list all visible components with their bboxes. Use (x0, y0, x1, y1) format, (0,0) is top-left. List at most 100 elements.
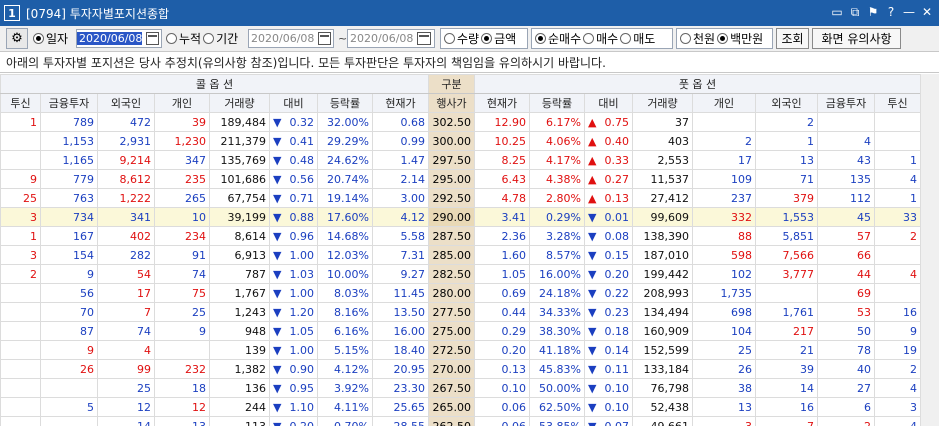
calendar-icon[interactable] (146, 32, 159, 45)
cell-call-change: ▼ 1.00 (269, 283, 318, 303)
down-arrow-icon: ▼ (273, 324, 282, 338)
table-row[interactable]: 5 12 12 244 ▼ 1.10 4.11% 25.65 265.00 0.06 62.50% ▼… (0, 397, 921, 417)
col-header-call-foreign[interactable]: 외국인 (97, 93, 155, 113)
title-bar: 1 [0794] 투자자별포지션종합 ▭ ⧉ ⚑ ? — ✕ (0, 0, 939, 26)
cell-put-financial: 53 (817, 302, 875, 322)
col-header-call-rate[interactable]: 등락률 (317, 93, 373, 113)
vertical-scrollbar[interactable] (920, 74, 939, 426)
radio-cumulative[interactable]: 누적 (166, 30, 201, 47)
cell-put-change: ▼ 0.07 (584, 416, 633, 426)
help-icon[interactable]: ? (883, 4, 899, 20)
pin-icon[interactable]: ⚑ (865, 4, 881, 20)
cell-call-individual: 10 (154, 207, 210, 227)
table-row[interactable]: 3 734 341 10 39,199 ▼ 0.88 17.60% 4.12 290.00 3.41… (0, 207, 921, 227)
col-header-put-foreign[interactable]: 외국인 (755, 93, 818, 113)
col-header-put-change[interactable]: 대비 (584, 93, 633, 113)
table-row[interactable]: 70 7 25 1,243 ▼ 1.20 8.16% 13.50 277.50 0.44 34.33… (0, 302, 921, 322)
table-row[interactable]: 9 779 8,612 235 101,686 ▼ 0.56 20.74% 2.14 295.00… (0, 169, 921, 189)
cell-put-rate: 8.57% (529, 245, 585, 265)
cell-call-foreign: 99 (97, 359, 155, 379)
col-header-put-price[interactable]: 현재가 (474, 93, 530, 113)
col-header-put-financial[interactable]: 금융투자 (817, 93, 875, 113)
table-row[interactable]: 1,165 9,214 347 135,769 ▼ 0.48 24.62% 1.47 297.5… (0, 150, 921, 170)
cell-strike-price: 270.00 (428, 359, 475, 379)
cell-put-price: 0.20 (474, 340, 530, 360)
cell-put-trust: 19 (874, 340, 921, 360)
cell-strike-price: 267.50 (428, 378, 475, 398)
col-header-put-rate[interactable]: 등락률 (529, 93, 585, 113)
radio-period[interactable]: 기간 (203, 30, 238, 47)
cell-put-price: 0.29 (474, 321, 530, 341)
cell-call-foreign: 54 (97, 264, 155, 284)
cell-call-change: ▼ 0.32 (269, 112, 318, 132)
date-to-value: 2020/06/08 (350, 32, 414, 45)
change-value: 0.22 (604, 286, 630, 300)
radio-quantity[interactable]: 수량 (444, 30, 479, 47)
radio-million-won[interactable]: 백만원 (717, 30, 763, 47)
down-arrow-icon: ▼ (273, 134, 282, 148)
calendar-from-icon[interactable] (318, 32, 331, 45)
screen-notes-button[interactable]: 화면 유의사항 (812, 28, 901, 49)
col-header-call-financial[interactable]: 금융투자 (40, 93, 98, 113)
col-header-call-change[interactable]: 대비 (269, 93, 318, 113)
change-value: 0.96 (289, 229, 315, 243)
cell-call-volume: 101,686 (209, 169, 270, 189)
radio-sell[interactable]: 매도 (620, 30, 655, 47)
col-header-put-trust[interactable]: 투신 (874, 93, 921, 113)
radio-buy-label: 매수 (596, 32, 619, 46)
calendar-to-icon[interactable] (417, 32, 432, 45)
cell-put-volume: 99,609 (632, 207, 693, 227)
change-value: 1.00 (289, 248, 315, 262)
radio-period-label: 기간 (216, 32, 239, 46)
change-value: 0.10 (604, 400, 630, 414)
cell-call-individual: 9 (154, 321, 210, 341)
cell-call-volume: 948 (209, 321, 270, 341)
restore-icon[interactable]: ▭ (829, 4, 845, 20)
cell-put-change: ▼ 0.18 (584, 321, 633, 341)
col-header-call-individual[interactable]: 개인 (154, 93, 210, 113)
radio-net-buy[interactable]: 순매수 (535, 30, 581, 47)
table-row[interactable]: 56 17 75 1,767 ▼ 1.00 8.03% 11.45 280.00 0.69 24.1… (0, 283, 921, 303)
table-row[interactable]: 25 18 136 ▼ 0.95 3.92% 23.30 267.50 0.10 50.00% ▼ 0… (0, 378, 921, 398)
query-button[interactable]: 조회 (776, 28, 809, 49)
radio-thousand-won[interactable]: 천원 (680, 30, 715, 47)
change-value: 0.41 (289, 134, 315, 148)
settings-gear-icon[interactable]: ⚙ (6, 28, 28, 49)
table-row[interactable]: 1 789 472 39 189,484 ▼ 0.32 32.00% 0.68 302.50 12.… (0, 112, 921, 132)
date-from-input[interactable]: 2020/06/08 (248, 29, 334, 48)
table-row[interactable]: 2 9 54 74 787 ▼ 1.03 10.00% 9.27 282.50 1.05 16.00%… (0, 264, 921, 284)
minimize-icon[interactable]: — (901, 4, 917, 20)
col-header-call-trust[interactable]: 투신 (0, 93, 41, 113)
col-header-call-price[interactable]: 현재가 (372, 93, 429, 113)
cell-strike-price: 300.00 (428, 131, 475, 151)
cell-call-foreign: 282 (97, 245, 155, 265)
table-row[interactable]: 1,153 2,931 1,230 211,379 ▼ 0.41 29.29% 0.99 300… (0, 131, 921, 151)
col-header-put-volume[interactable]: 거래량 (632, 93, 693, 113)
date-input[interactable]: 2020/06/08 (76, 29, 162, 48)
col-header-put-individual[interactable]: 개인 (692, 93, 756, 113)
cell-put-foreign: 1 (755, 131, 818, 151)
cell-put-trust (874, 245, 921, 265)
cell-put-volume: 152,599 (632, 340, 693, 360)
table-row[interactable]: 25 763 1,222 265 67,754 ▼ 0.71 19.14% 3.00 292.50… (0, 188, 921, 208)
copy-window-icon[interactable]: ⧉ (847, 4, 863, 20)
col-header-strike-price[interactable]: 행사가 (428, 93, 475, 113)
change-value: 1.00 (289, 286, 315, 300)
close-icon[interactable]: ✕ (919, 4, 935, 20)
cell-call-individual: 18 (154, 378, 210, 398)
table-row[interactable]: 26 99 232 1,382 ▼ 0.90 4.12% 20.95 270.00 0.13 45.… (0, 359, 921, 379)
col-header-call-volume[interactable]: 거래량 (209, 93, 270, 113)
radio-day[interactable]: 일자 (33, 30, 68, 47)
table-row[interactable]: 1 167 402 234 8,614 ▼ 0.96 14.68% 5.58 287.50 2.36… (0, 226, 921, 246)
table-row[interactable]: 3 154 282 91 6,913 ▼ 1.00 12.03% 7.31 285.00 1.60 8… (0, 245, 921, 265)
change-value: 0.48 (289, 153, 315, 167)
cell-put-rate: 6.17% (529, 112, 585, 132)
table-row[interactable]: 87 74 9 948 ▼ 1.05 6.16% 16.00 275.00 0.29 38.30% ▼… (0, 321, 921, 341)
cell-put-financial: 43 (817, 150, 875, 170)
table-row[interactable]: 9 4 139 ▼ 1.00 5.15% 18.40 272.50 0.20 41.18% ▼ 0.1… (0, 340, 921, 360)
change-value: 0.56 (289, 172, 315, 186)
date-to-input[interactable]: 2020/06/08 (347, 29, 435, 48)
radio-buy[interactable]: 매수 (583, 30, 618, 47)
radio-amount[interactable]: 금액 (481, 30, 516, 47)
table-row[interactable]: 14 13 113 ▼ 0.20 0.70% 28.55 262.50 0.06 53.85% ▼ 0… (0, 416, 921, 426)
